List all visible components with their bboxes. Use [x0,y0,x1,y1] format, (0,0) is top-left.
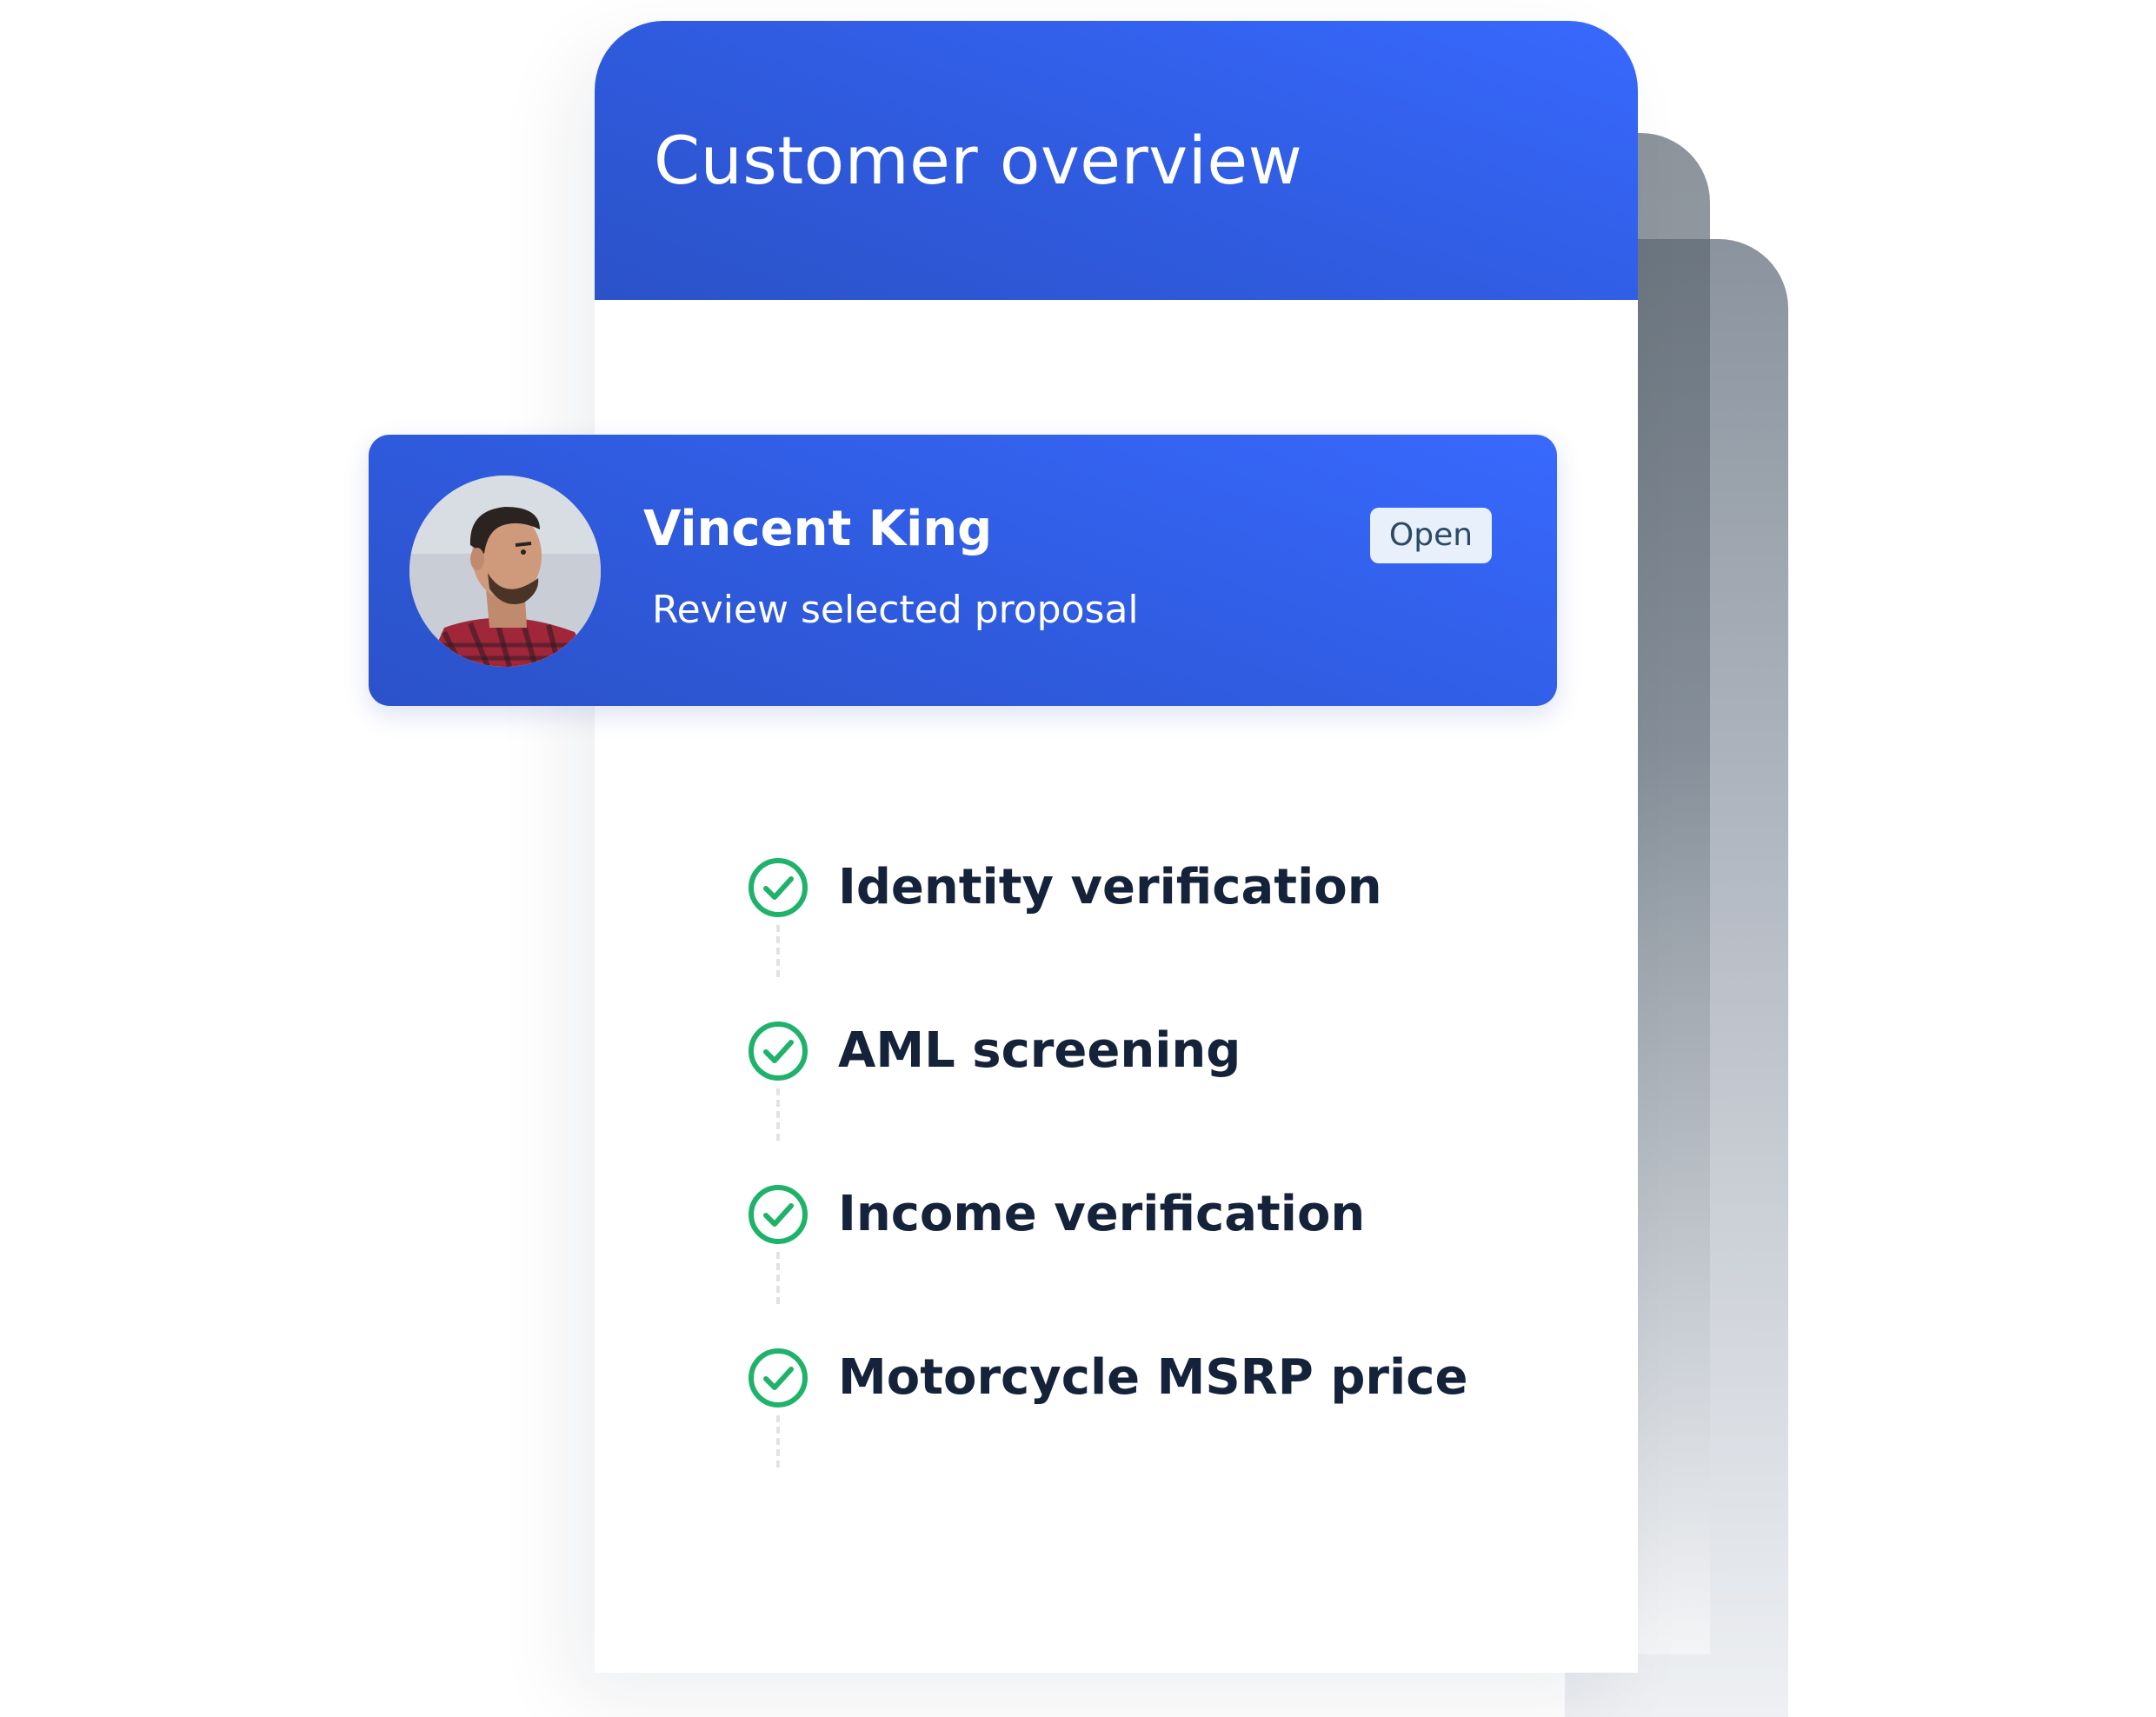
customer-name: Vincent King [643,501,993,557]
checklist-item-label: AML screening [838,1022,1241,1079]
check-circle-icon [749,1348,808,1408]
step-connector [776,1415,780,1467]
checklist-item-label: Identity verification [838,859,1382,915]
panel-header: Customer overview [595,21,1638,300]
customer-card[interactable]: Vincent King Review selected proposal Op… [369,435,1557,706]
checklist-item-label: Motorcycle MSRP price [838,1349,1468,1406]
customer-overview-panel: Customer overview [595,21,1638,1673]
status-badge: Open [1370,508,1492,563]
checklist-item-label: Income verification [838,1186,1366,1242]
step-connector [776,1252,780,1304]
avatar [409,476,601,667]
step-connector [776,925,780,977]
check-circle-icon [749,1185,808,1244]
step-connector [776,1088,780,1141]
check-circle-icon [749,858,808,917]
person-photo [409,476,601,667]
page-title: Customer overview [654,122,1303,199]
check-circle-icon [749,1022,808,1081]
customer-subtitle: Review selected proposal [652,588,1139,632]
